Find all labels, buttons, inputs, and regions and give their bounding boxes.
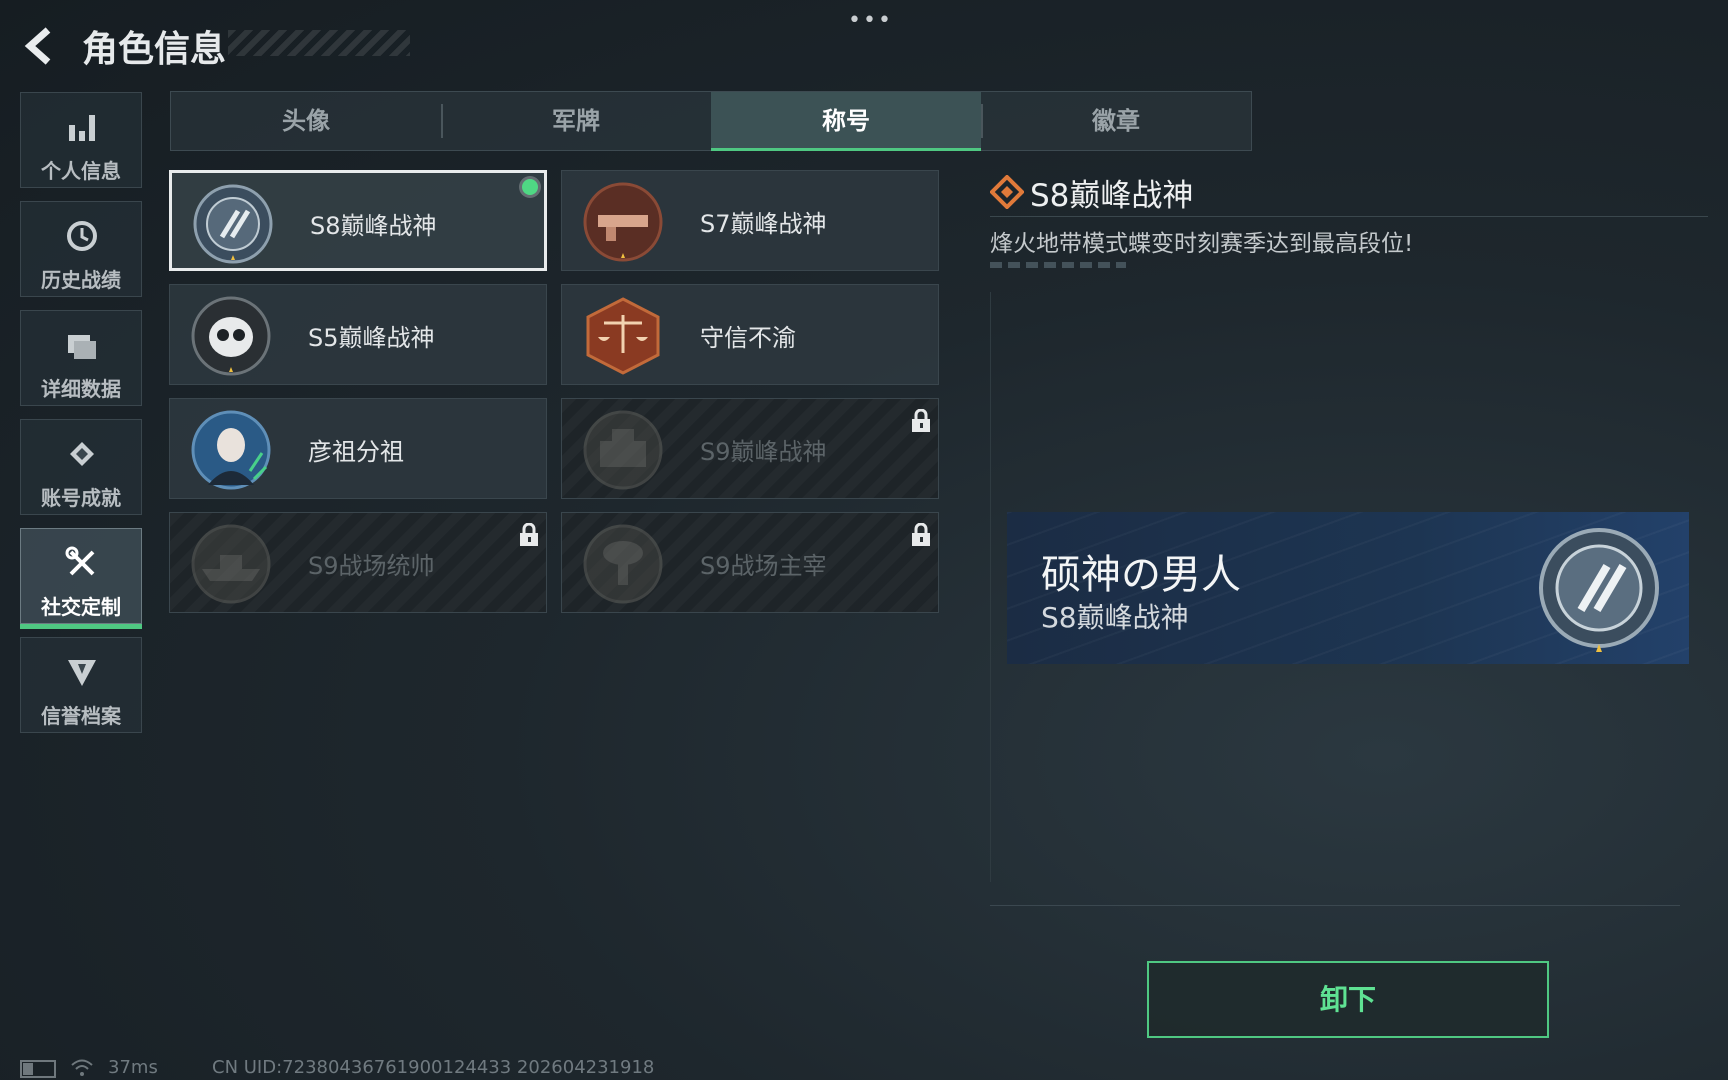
wifi-icon: [71, 1059, 93, 1076]
tab-dog-tag[interactable]: 军牌: [441, 92, 711, 150]
category-tabs: 头像 军牌 称号 徽章: [170, 91, 1252, 151]
banner-title-name: S8巅峰战神: [1041, 601, 1189, 634]
title-card-s7[interactable]: S7巅峰战神: [561, 170, 939, 271]
divider: [990, 216, 1708, 217]
bar-chart-icon: [69, 115, 95, 141]
tab-avatar[interactable]: 头像: [171, 92, 441, 150]
s9-mushroom-cloud-emblem: [583, 524, 663, 604]
s8-wreath-emblem: [1539, 528, 1659, 652]
s8-wreath-emblem: [193, 184, 273, 264]
title-card-s9-peak[interactable]: S9巅峰战神: [561, 398, 939, 499]
tools-icon: [65, 546, 95, 576]
clock-icon: [67, 221, 97, 251]
sidebar-item-label: 详细数据: [41, 377, 121, 401]
equipped-indicator: [522, 179, 538, 195]
tab-badge[interactable]: 徽章: [981, 92, 1251, 150]
title-card-s5[interactable]: S5巅峰战神: [169, 284, 547, 385]
scales-emblem: [586, 297, 660, 375]
s9-fortress-emblem: [583, 410, 663, 490]
sidebar-item-label: 账号成就: [41, 486, 121, 510]
achievement-icon: [70, 442, 94, 466]
back-arrow-icon[interactable]: [20, 26, 60, 66]
sidebar-item-label: 个人信息: [41, 159, 121, 183]
lock-icon: [520, 523, 538, 546]
lock-icon: [912, 523, 930, 546]
description-decoration: [990, 262, 1126, 268]
ping-readout: 37ms: [108, 1057, 158, 1078]
tab-title[interactable]: 称号: [711, 92, 981, 151]
battery-icon: [20, 1060, 56, 1078]
title-card-s8[interactable]: S8巅峰战神: [169, 170, 547, 271]
sidebar-item-label: 历史战绩: [41, 268, 121, 292]
title-name: S9战场统帅: [308, 552, 435, 580]
sidebar-item-label: 社交定制: [41, 595, 121, 619]
uid-readout: CN UID:72380436761900124433 202604231918: [212, 1057, 655, 1078]
sidebar-item-history[interactable]: 历史战绩: [20, 201, 142, 297]
sidebar-item-label: 信誉档案: [41, 704, 121, 728]
title-decoration: [228, 30, 410, 56]
s5-skull-emblem: [191, 296, 271, 376]
divider: [990, 905, 1680, 906]
more-menu-icon[interactable]: •••: [848, 8, 893, 33]
s7-weapon-emblem: [583, 182, 663, 262]
title-name: S9巅峰战神: [700, 438, 827, 466]
sidebar-item-achievements[interactable]: 账号成就: [20, 419, 142, 515]
selected-title-name: S8巅峰战神: [1030, 178, 1194, 214]
s9-warship-emblem: [191, 524, 271, 604]
title-name: S9战场主宰: [700, 552, 827, 580]
sidebar-item-credit[interactable]: 信誉档案: [20, 637, 142, 733]
lock-icon: [912, 409, 930, 432]
title-name: S7巅峰战神: [700, 210, 827, 238]
sidebar-item-profile[interactable]: 个人信息: [20, 92, 142, 188]
portrait-emblem: [191, 410, 271, 490]
title-card-trust[interactable]: 守信不渝: [561, 284, 939, 385]
sidebar-item-detail-data[interactable]: 详细数据: [20, 310, 142, 406]
banner-player-name: 硕神の男人: [1041, 552, 1241, 598]
title-name: 守信不渝: [700, 324, 796, 352]
sidebar-item-social-custom[interactable]: 社交定制: [20, 528, 142, 629]
title-preview-banner: 硕神の男人 S8巅峰战神: [1007, 512, 1689, 664]
title-name: S8巅峰战神: [310, 212, 437, 240]
title-description: 烽火地带模式蝶变时刻赛季达到最高段位!: [990, 231, 1414, 257]
title-card-s9-dominator[interactable]: S9战场主宰: [561, 512, 939, 613]
title-card-s9-commander[interactable]: S9战场统帅: [169, 512, 547, 613]
page-title: 角色信息: [82, 29, 227, 70]
title-name: S5巅峰战神: [308, 324, 435, 352]
title-name: 彦祖分祖: [308, 438, 404, 466]
title-card-yanzu[interactable]: 彦祖分祖: [169, 398, 547, 499]
unequip-button[interactable]: 卸下: [1147, 961, 1549, 1038]
credit-shield-icon: [68, 660, 96, 686]
rank-diamond-icon: [990, 175, 1024, 209]
folder-icon: [68, 335, 96, 359]
